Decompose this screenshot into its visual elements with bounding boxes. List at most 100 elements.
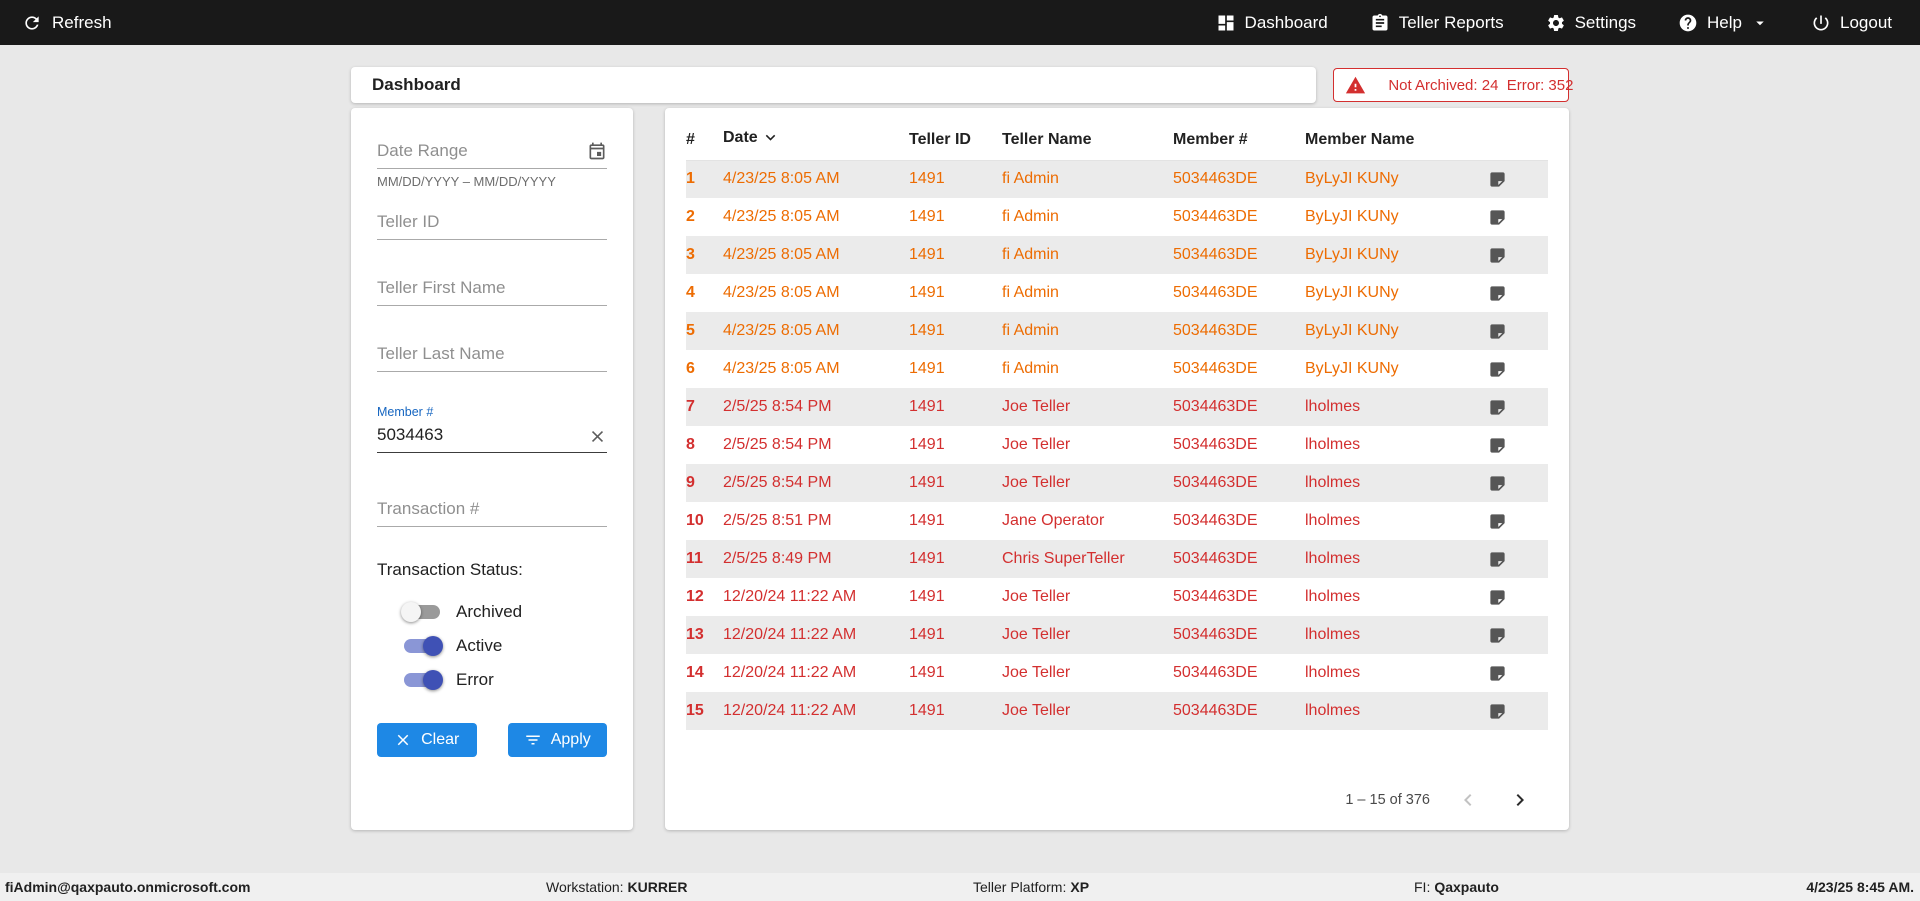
- note-icon[interactable]: [1488, 664, 1548, 683]
- note-icon[interactable]: [1488, 360, 1548, 379]
- note-icon[interactable]: [1488, 208, 1548, 227]
- note-icon[interactable]: [1488, 246, 1548, 265]
- status-toggle-archived[interactable]: Archived: [401, 595, 607, 629]
- col-header-date[interactable]: Date: [723, 120, 909, 161]
- clear-member-icon[interactable]: [588, 427, 607, 446]
- note-icon[interactable]: [1488, 626, 1548, 645]
- clear-button-label: Clear: [421, 731, 460, 748]
- nav-help[interactable]: Help: [1678, 13, 1769, 33]
- nav-settings[interactable]: Settings: [1546, 13, 1636, 33]
- date-range-input[interactable]: [377, 136, 607, 169]
- table-row[interactable]: 13 12/20/24 11:22 AM 1491 Joe Teller 503…: [686, 616, 1548, 654]
- sort-desc-icon: [761, 128, 780, 152]
- teller-last-name-field-group: [377, 339, 607, 372]
- toggle-switch[interactable]: [401, 601, 443, 623]
- teller-id-input[interactable]: [377, 207, 607, 240]
- transaction-number-field-group: [377, 494, 607, 527]
- alert-text: Not Archived: 24 Error: 352: [1388, 76, 1574, 94]
- note-icon[interactable]: [1488, 474, 1548, 493]
- teller-id-field-group: [377, 207, 607, 240]
- col-header-notes: [1488, 120, 1548, 161]
- chevron-down-icon: [1751, 14, 1769, 32]
- note-icon[interactable]: [1488, 436, 1548, 455]
- col-header-member[interactable]: Member #: [1173, 120, 1305, 161]
- table-row[interactable]: 3 4/23/25 8:05 AM 1491 fi Admin 5034463D…: [686, 236, 1548, 274]
- filter-panel: MM/DD/YYYY – MM/DD/YYYY Member #: [351, 108, 633, 830]
- page-title-bar: Dashboard: [351, 67, 1316, 103]
- col-header-teller-id[interactable]: Teller ID: [909, 120, 1002, 161]
- apply-button-label: Apply: [550, 731, 591, 748]
- apply-button[interactable]: Apply: [507, 723, 607, 757]
- note-icon[interactable]: [1488, 512, 1548, 531]
- table-body: 1 4/23/25 8:05 AM 1491 fi Admin 5034463D…: [686, 160, 1548, 730]
- transactions-table: # Date Teller ID Teller Name Member # Me…: [686, 120, 1548, 730]
- note-icon[interactable]: [1488, 588, 1548, 607]
- col-header-member-name[interactable]: Member Name: [1305, 120, 1488, 161]
- table-header-row: # Date Teller ID Teller Name Member # Me…: [686, 120, 1548, 161]
- note-icon[interactable]: [1488, 284, 1548, 303]
- status-toggle-active[interactable]: Active: [401, 629, 607, 663]
- teller-first-name-input[interactable]: [377, 273, 607, 306]
- note-icon[interactable]: [1488, 398, 1548, 417]
- nav-teller-reports[interactable]: Teller Reports: [1370, 13, 1504, 33]
- toggle-switch[interactable]: [401, 669, 443, 691]
- table-row[interactable]: 4 4/23/25 8:05 AM 1491 fi Admin 5034463D…: [686, 274, 1548, 312]
- close-icon: [394, 731, 412, 749]
- table-row[interactable]: 1 4/23/25 8:05 AM 1491 fi Admin 5034463D…: [686, 160, 1548, 198]
- table-row[interactable]: 2 4/23/25 8:05 AM 1491 fi Admin 5034463D…: [686, 198, 1548, 236]
- footer-datetime: 4/23/25 8:45 AM.: [1806, 879, 1914, 895]
- next-page-button[interactable]: [1506, 786, 1534, 814]
- nav-teller-reports-label: Teller Reports: [1398, 12, 1504, 32]
- clear-button[interactable]: Clear: [377, 723, 477, 757]
- pagination-label: 1 – 15 of 376: [1345, 792, 1430, 808]
- table-row[interactable]: 14 12/20/24 11:22 AM 1491 Joe Teller 503…: [686, 654, 1548, 692]
- calendar-icon[interactable]: [587, 141, 607, 161]
- table-row[interactable]: 9 2/5/25 8:54 PM 1491 Joe Teller 5034463…: [686, 464, 1548, 502]
- nav-help-label: Help: [1707, 12, 1742, 32]
- table-row[interactable]: 10 2/5/25 8:51 PM 1491 Jane Operator 503…: [686, 502, 1548, 540]
- status-toggle-error[interactable]: Error: [401, 663, 607, 697]
- top-navbar: Refresh Dashboard Teller Reports Setting…: [0, 0, 1920, 45]
- refresh-label: Refresh: [52, 12, 112, 32]
- member-number-input[interactable]: [377, 420, 607, 453]
- col-header-num: #: [686, 120, 723, 161]
- date-range-helper: MM/DD/YYYY – MM/DD/YYYY: [377, 174, 556, 189]
- nav-logout-label: Logout: [1840, 12, 1892, 32]
- footer-fi: FI: Qaxpauto: [1414, 879, 1499, 895]
- table-row[interactable]: 11 2/5/25 8:49 PM 1491 Chris SuperTeller…: [686, 540, 1548, 578]
- table-row[interactable]: 5 4/23/25 8:05 AM 1491 fi Admin 5034463D…: [686, 312, 1548, 350]
- table-row[interactable]: 7 2/5/25 8:54 PM 1491 Joe Teller 5034463…: [686, 388, 1548, 426]
- nav-logout[interactable]: Logout: [1811, 13, 1892, 33]
- footer-teller-platform: Teller Platform: XP: [973, 879, 1090, 895]
- dashboard-icon: [1216, 13, 1236, 33]
- refresh-icon: [22, 13, 42, 33]
- note-icon[interactable]: [1488, 550, 1548, 569]
- transaction-number-input[interactable]: [377, 494, 607, 527]
- teller-last-name-input[interactable]: [377, 339, 607, 372]
- page-title: Dashboard: [372, 75, 461, 94]
- date-range-field-group: MM/DD/YYYY – MM/DD/YYYY: [377, 136, 607, 189]
- prev-page-button[interactable]: [1454, 786, 1482, 814]
- note-icon[interactable]: [1488, 702, 1548, 721]
- table-row[interactable]: 8 2/5/25 8:54 PM 1491 Joe Teller 5034463…: [686, 426, 1548, 464]
- gear-icon: [1546, 13, 1566, 33]
- toggles-container: Archived Active Error: [377, 595, 607, 697]
- table-row[interactable]: 15 12/20/24 11:22 AM 1491 Joe Teller 503…: [686, 692, 1548, 730]
- help-icon: [1678, 13, 1698, 33]
- power-icon: [1811, 13, 1831, 33]
- note-icon[interactable]: [1488, 170, 1548, 189]
- status-alert[interactable]: Not Archived: 24 Error: 352: [1333, 68, 1573, 102]
- main-content: Dashboard Not Archived: 24 Error: 352 MM…: [351, 67, 1573, 830]
- nav-dashboard[interactable]: Dashboard: [1216, 13, 1328, 33]
- toggle-switch[interactable]: [401, 635, 443, 657]
- nav-settings-label: Settings: [1574, 12, 1637, 32]
- table-row[interactable]: 6 4/23/25 8:05 AM 1491 fi Admin 5034463D…: [686, 350, 1548, 388]
- footer-workstation: Workstation: KURRER: [546, 879, 688, 895]
- refresh-button[interactable]: Refresh: [22, 13, 112, 33]
- pagination: 1 – 15 of 376: [686, 786, 1548, 814]
- clipboard-icon: [1370, 13, 1390, 33]
- note-icon[interactable]: [1488, 322, 1548, 341]
- transactions-panel: # Date Teller ID Teller Name Member # Me…: [665, 108, 1569, 830]
- col-header-teller-name[interactable]: Teller Name: [1002, 120, 1173, 161]
- table-row[interactable]: 12 12/20/24 11:22 AM 1491 Joe Teller 503…: [686, 578, 1548, 616]
